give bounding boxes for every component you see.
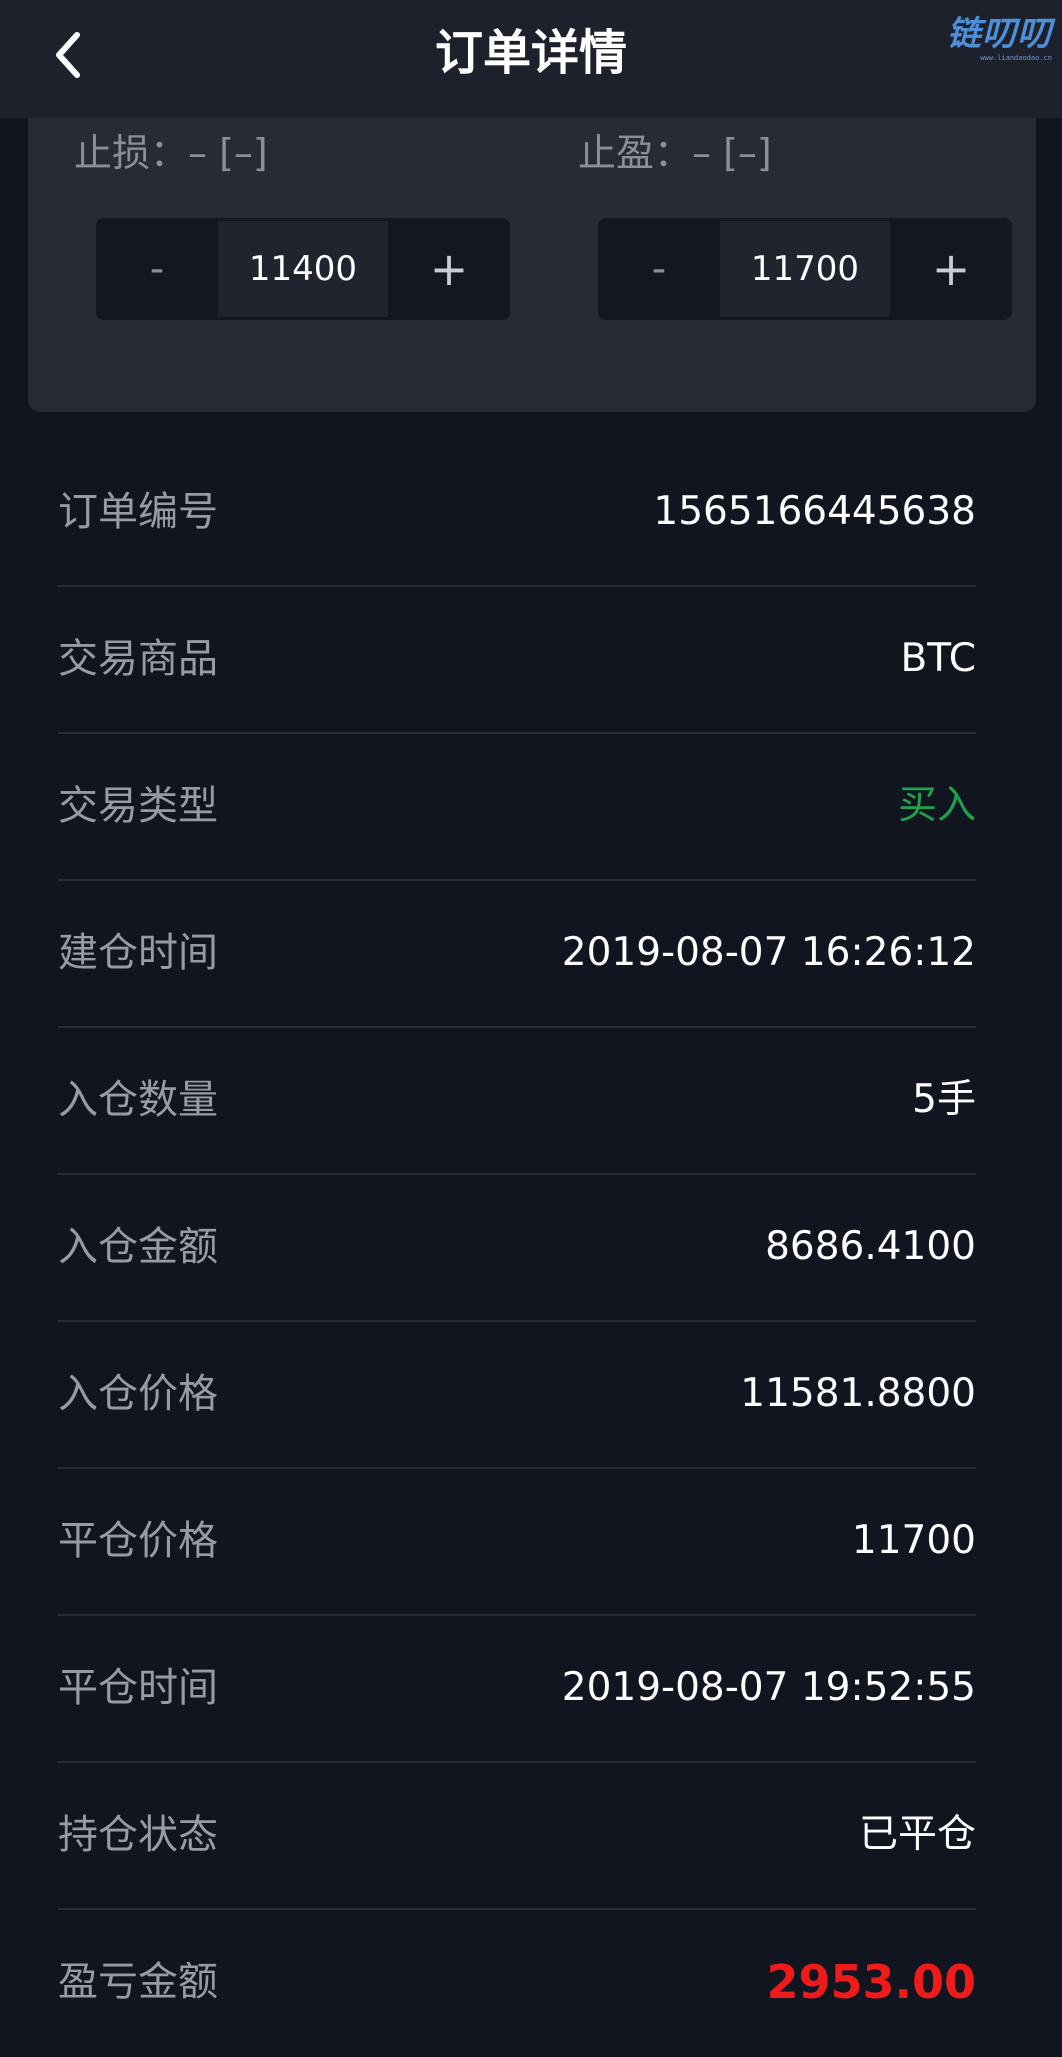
take-profit-label: 止盈：– [–] (578, 131, 772, 175)
detail-label: 入仓数量 (58, 1077, 218, 1123)
stop-loss-value[interactable]: 11400 (218, 221, 388, 317)
detail-value: 2019-08-07 16:26:12 (561, 930, 976, 975)
detail-value: 8686.4100 (765, 1224, 976, 1269)
detail-value: 1565166445638 (653, 489, 976, 534)
watermark-url: www.liandaodao.cn (980, 54, 1052, 62)
detail-label: 入仓金额 (58, 1224, 218, 1270)
detail-label: 持仓状态 (58, 1812, 218, 1858)
detail-label: 交易商品 (58, 636, 218, 682)
detail-row-profit-loss: 盈亏金额 2953.00 (58, 1910, 976, 2057)
stop-settings-panel: 止损：– [–] 止盈：– [–] - 11400 + - 11700 + (28, 100, 1036, 412)
take-profit-value[interactable]: 11700 (720, 221, 890, 317)
detail-row-close-price: 平仓价格 11700 (58, 1469, 976, 1616)
detail-row-close-time: 平仓时间 2019-08-07 19:52:55 (58, 1616, 976, 1763)
detail-value: 11700 (851, 1518, 976, 1563)
detail-label: 订单编号 (58, 489, 218, 535)
watermark-text: 链叨叨 (947, 14, 1052, 54)
detail-value: 已平仓 (858, 1812, 976, 1857)
watermark-logo: 链叨叨 www.liandaodao.cn (902, 14, 1052, 63)
profit-loss-value: 2953.00 (766, 1955, 976, 2009)
detail-label: 平仓时间 (58, 1665, 218, 1711)
detail-label: 平仓价格 (58, 1518, 218, 1564)
detail-label: 交易类型 (58, 783, 218, 829)
detail-row-amount: 入仓金额 8686.4100 (58, 1175, 976, 1322)
detail-value: 2019-08-07 19:52:55 (561, 1665, 976, 1710)
detail-value: 11581.8800 (740, 1371, 976, 1416)
stop-loss-stepper: - 11400 + (96, 218, 510, 320)
detail-row-open-time: 建仓时间 2019-08-07 16:26:12 (58, 881, 976, 1028)
detail-value: BTC (900, 636, 976, 681)
detail-row-entry-price: 入仓价格 11581.8800 (58, 1322, 976, 1469)
detail-label: 建仓时间 (58, 930, 218, 976)
detail-row-product: 交易商品 BTC (58, 587, 976, 734)
stop-loss-plus-button[interactable]: + (388, 218, 510, 320)
detail-row-quantity: 入仓数量 5手 (58, 1028, 976, 1175)
detail-value: 5手 (912, 1077, 976, 1122)
trade-type-value: 买入 (897, 783, 976, 828)
stop-loss-minus-button[interactable]: - (96, 218, 218, 320)
stop-loss-label: 止损：– [–] (74, 131, 268, 175)
detail-row-position-status: 持仓状态 已平仓 (58, 1763, 976, 1910)
detail-row-trade-type: 交易类型 买入 (58, 734, 976, 881)
detail-row-order-number: 订单编号 1565166445638 (58, 440, 976, 587)
detail-label: 入仓价格 (58, 1371, 218, 1417)
order-details-list: 订单编号 1565166445638 交易商品 BTC 交易类型 买入 建仓时间… (58, 440, 976, 2057)
app-header: 订单详情 链叨叨 www.liandaodao.cn (0, 0, 1062, 118)
take-profit-stepper: - 11700 + (598, 218, 1012, 320)
take-profit-minus-button[interactable]: - (598, 218, 720, 320)
take-profit-plus-button[interactable]: + (890, 218, 1012, 320)
detail-label: 盈亏金额 (58, 1959, 218, 2005)
